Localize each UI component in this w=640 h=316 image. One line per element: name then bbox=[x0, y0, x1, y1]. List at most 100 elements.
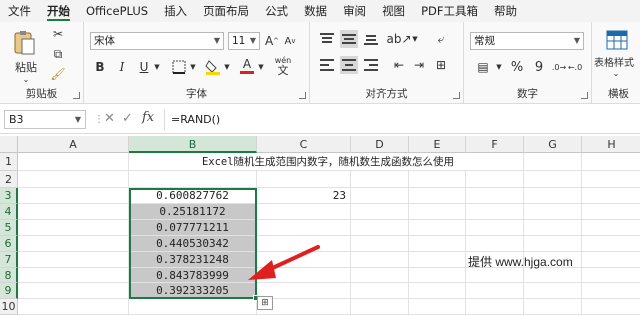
cell-g9[interactable] bbox=[524, 283, 582, 299]
cell-h2[interactable] bbox=[582, 171, 640, 188]
cell-d8[interactable] bbox=[351, 268, 409, 283]
merge-center-icon[interactable]: ⊞ bbox=[432, 56, 450, 74]
column-header-d[interactable]: D bbox=[351, 136, 409, 153]
row-header-9[interactable]: 9 bbox=[0, 283, 18, 299]
row-header-5[interactable]: 5 bbox=[0, 220, 18, 236]
cell-a9[interactable] bbox=[18, 283, 129, 299]
cell-g10[interactable] bbox=[524, 299, 582, 315]
cell-b7[interactable]: 0.378231248 bbox=[129, 252, 257, 268]
menu-view[interactable]: 视图 bbox=[374, 0, 413, 22]
cell-e6[interactable] bbox=[409, 236, 466, 252]
underline-dropdown-icon[interactable]: ▼ bbox=[152, 58, 162, 76]
cell-c3[interactable]: 23 bbox=[257, 188, 351, 204]
cell-h3[interactable] bbox=[582, 188, 640, 204]
cell-c4[interactable] bbox=[257, 204, 351, 220]
cell-d6[interactable] bbox=[351, 236, 409, 252]
paste-dropdown-icon[interactable]: ⌄ bbox=[12, 74, 40, 84]
cell-d9[interactable] bbox=[351, 283, 409, 299]
menu-page-layout[interactable]: 页面布局 bbox=[195, 0, 257, 22]
font-name-select[interactable]: 宋体 ▼ bbox=[90, 32, 224, 50]
clipboard-launcher-icon[interactable] bbox=[73, 92, 80, 99]
paste-icon[interactable] bbox=[10, 28, 40, 58]
cell-c8[interactable] bbox=[257, 268, 351, 283]
cell-e2[interactable] bbox=[409, 171, 466, 188]
menu-officeplus[interactable]: OfficePLUS bbox=[78, 0, 156, 22]
increase-decimal-icon[interactable]: .0→ bbox=[552, 58, 566, 76]
cell-f3[interactable] bbox=[466, 188, 524, 204]
cell-d3[interactable] bbox=[351, 188, 409, 204]
cell-h9[interactable] bbox=[582, 283, 640, 299]
format-as-table-label[interactable]: 表格样式 bbox=[594, 54, 640, 69]
formula-input[interactable]: =RAND() bbox=[164, 109, 640, 130]
cell-f8[interactable] bbox=[466, 268, 524, 283]
orientation-dropdown-icon[interactable]: ▼ bbox=[410, 30, 420, 48]
cell-g3[interactable] bbox=[524, 188, 582, 204]
accounting-dropdown-icon[interactable]: ▼ bbox=[494, 58, 504, 76]
align-left-icon[interactable] bbox=[318, 56, 336, 74]
row-header-10[interactable]: 10 bbox=[0, 299, 18, 315]
cell-e5[interactable] bbox=[409, 220, 466, 236]
cell-g8[interactable] bbox=[524, 268, 582, 283]
grow-font-button[interactable]: A ^ bbox=[264, 32, 280, 50]
bold-button[interactable]: B bbox=[92, 58, 108, 76]
column-header-g[interactable]: G bbox=[524, 136, 582, 153]
cell-e3[interactable] bbox=[409, 188, 466, 204]
decrease-indent-icon[interactable]: ⇤ bbox=[390, 56, 408, 74]
cell-a5[interactable] bbox=[18, 220, 129, 236]
column-header-b[interactable]: B bbox=[129, 136, 257, 153]
align-top-icon[interactable] bbox=[318, 30, 336, 48]
row-header-8[interactable]: 8 bbox=[0, 268, 18, 283]
menu-data[interactable]: 数据 bbox=[296, 0, 335, 22]
italic-button[interactable]: I bbox=[114, 58, 130, 76]
row-header-3[interactable]: 3 bbox=[0, 188, 18, 204]
cell-h4[interactable] bbox=[582, 204, 640, 220]
cell-e10[interactable] bbox=[409, 299, 466, 315]
percent-style-button[interactable]: % bbox=[508, 58, 526, 76]
cell-g4[interactable] bbox=[524, 204, 582, 220]
menu-insert[interactable]: 插入 bbox=[156, 0, 195, 22]
cell-d7[interactable] bbox=[351, 252, 409, 268]
copy-icon[interactable]: ⧉ bbox=[50, 46, 66, 62]
row-header-4[interactable]: 4 bbox=[0, 204, 18, 220]
cell-b8[interactable]: 0.843783999 bbox=[129, 268, 257, 283]
cell-h7[interactable] bbox=[582, 252, 640, 268]
row-header-7[interactable]: 7 bbox=[0, 252, 18, 268]
cell-a8[interactable] bbox=[18, 268, 129, 283]
paste-button-label[interactable]: 粘贴 bbox=[12, 60, 40, 74]
name-box[interactable]: B3 ▼ bbox=[4, 110, 86, 129]
cell-h10[interactable] bbox=[582, 299, 640, 315]
cell-c6[interactable] bbox=[257, 236, 351, 252]
cell-b5[interactable]: 0.077771211 bbox=[129, 220, 257, 236]
cell-b3[interactable]: 0.600827762 bbox=[129, 188, 257, 204]
column-header-h[interactable]: H bbox=[582, 136, 640, 153]
cancel-icon[interactable]: ✕ bbox=[104, 111, 115, 126]
cell-g2[interactable] bbox=[524, 171, 582, 188]
cell-e4[interactable] bbox=[409, 204, 466, 220]
menu-review[interactable]: 审阅 bbox=[335, 0, 374, 22]
align-center-icon[interactable] bbox=[340, 56, 358, 74]
menu-file[interactable]: 文件 bbox=[0, 0, 39, 22]
select-all-corner[interactable] bbox=[0, 136, 18, 153]
increase-indent-icon[interactable]: ⇥ bbox=[410, 56, 428, 74]
align-bottom-icon[interactable] bbox=[362, 30, 380, 48]
cell-b6[interactable]: 0.440530342 bbox=[129, 236, 257, 252]
menu-formulas[interactable]: 公式 bbox=[257, 0, 296, 22]
accounting-format-icon[interactable]: ▤ bbox=[472, 58, 494, 76]
shrink-font-button[interactable]: Av bbox=[282, 32, 298, 50]
insert-function-button[interactable]: fx bbox=[142, 110, 154, 125]
cell-d5[interactable] bbox=[351, 220, 409, 236]
cell-f6[interactable] bbox=[466, 236, 524, 252]
row-header-1[interactable]: 1 bbox=[0, 153, 18, 171]
decrease-decimal-icon[interactable]: ←.0 bbox=[568, 58, 582, 76]
font-launcher-icon[interactable] bbox=[299, 92, 306, 99]
cell-e9[interactable] bbox=[409, 283, 466, 299]
cell-a2[interactable] bbox=[18, 171, 129, 188]
font-color-button[interactable]: A bbox=[238, 56, 256, 76]
cell-c2[interactable] bbox=[257, 171, 351, 188]
underline-button[interactable]: U bbox=[136, 58, 152, 76]
font-size-select[interactable]: 11 ▼ bbox=[228, 32, 260, 50]
cell-g5[interactable] bbox=[524, 220, 582, 236]
menu-pdf-toolbox[interactable]: PDF工具箱 bbox=[413, 0, 486, 22]
orientation-icon[interactable]: ab↗ bbox=[386, 30, 411, 48]
alignment-launcher-icon[interactable] bbox=[453, 92, 460, 99]
